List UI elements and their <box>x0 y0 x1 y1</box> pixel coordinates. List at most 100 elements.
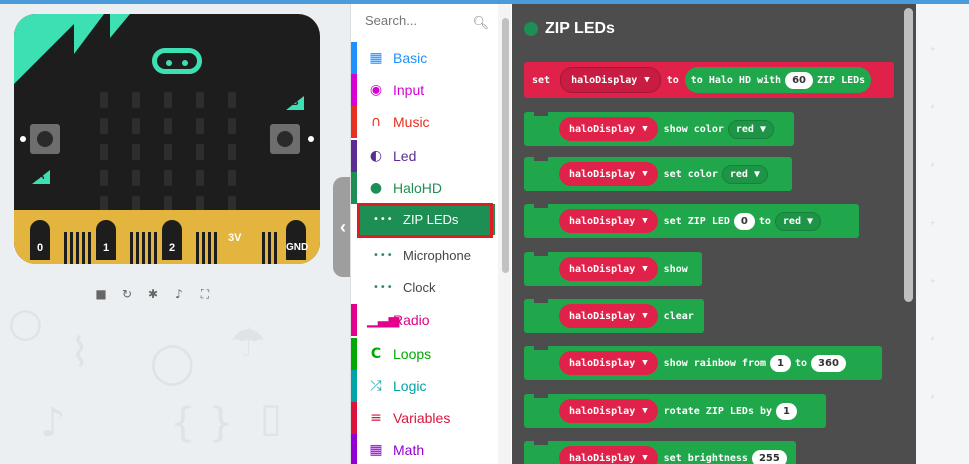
button-b[interactable] <box>270 124 300 154</box>
color-value: red <box>782 215 801 227</box>
dropdown-arrow-icon: ▼ <box>753 168 760 180</box>
subcategory-microphone[interactable]: ••• Microphone <box>357 240 495 271</box>
microbit-logo[interactable] <box>152 48 202 74</box>
category-input[interactable]: ◉ Input <box>351 74 501 106</box>
background-pattern-icon: ♪ <box>40 400 66 446</box>
rotate-offset-input[interactable]: 1 <box>776 402 797 420</box>
fullscreen-icon[interactable]: ⛶ <box>192 284 218 304</box>
variable-name: haloDisplay <box>569 263 636 275</box>
category-logic[interactable]: ⤮ Logic <box>351 370 501 402</box>
category-math[interactable]: ▦ Math <box>351 434 501 464</box>
led-index-input[interactable]: 0 <box>733 212 755 230</box>
restart-icon[interactable]: ↻ <box>114 284 140 304</box>
variable-dropdown[interactable]: haloDisplay ▼ <box>559 162 658 186</box>
category-music[interactable]: ∩ Music <box>351 106 501 138</box>
block-show-color[interactable]: haloDisplay ▼ show color red ▼ <box>524 112 794 146</box>
subcategory-clock[interactable]: ••• Clock <box>357 272 495 303</box>
stop-icon[interactable]: ■ <box>88 284 114 304</box>
led-matrix[interactable] <box>100 92 250 212</box>
subcategory-label: Clock <box>403 280 436 295</box>
led-count-input[interactable]: 60 <box>785 71 813 89</box>
variable-dropdown[interactable]: haloDisplay ▼ <box>559 117 658 141</box>
brightness-input[interactable]: 255 <box>751 449 787 464</box>
lines-icon: ≡ <box>370 410 382 426</box>
color-value: red <box>735 123 754 135</box>
dots-icon: ••• <box>373 282 394 293</box>
category-label: Music <box>393 114 430 130</box>
board-corner-decor <box>110 14 130 38</box>
variable-dropdown[interactable]: haloDisplay ▼ <box>559 351 658 375</box>
pin-label: 0 <box>36 242 44 254</box>
pin-1[interactable]: 1 <box>92 216 120 264</box>
pin-gnd[interactable]: GND <box>282 216 310 264</box>
microbit-board[interactable]: A B 0 1 2 3V GND <box>14 14 320 264</box>
dropdown-arrow-icon: ▼ <box>642 406 648 416</box>
color-dropdown[interactable]: red ▼ <box>721 164 768 184</box>
circle-icon: ● <box>369 180 383 196</box>
color-dropdown[interactable]: red ▼ <box>727 119 774 139</box>
button-b-label: B <box>286 96 304 110</box>
background-pattern-icon: ☂ <box>230 320 266 366</box>
category-label: Loops <box>393 346 432 362</box>
dropdown-arrow-icon: ▼ <box>642 453 648 463</box>
rainbow-end-input[interactable]: 360 <box>811 354 846 372</box>
block-set-color[interactable]: haloDisplay ▼ set color red ▼ <box>524 157 792 191</box>
pin-0[interactable]: 0 <box>26 216 54 264</box>
flyout-scrollbar[interactable] <box>904 8 913 302</box>
button-a-label: A <box>32 170 50 184</box>
rainbow-start-input[interactable]: 1 <box>770 354 791 372</box>
variable-dropdown[interactable]: haloDisplay ▼ <box>559 209 658 233</box>
variable-dropdown[interactable]: haloDisplay ▼ <box>559 399 658 423</box>
pin-2[interactable]: 2 <box>158 216 186 264</box>
variable-dropdown[interactable]: haloDisplay ▼ <box>559 257 658 281</box>
block-label: set color <box>663 168 718 180</box>
variable-dropdown[interactable]: haloDisplay ▼ <box>560 67 661 93</box>
variable-name: haloDisplay <box>569 357 636 369</box>
variable-name: haloDisplay <box>569 123 636 135</box>
button-a-indicator <box>20 136 26 142</box>
button-a[interactable] <box>30 124 60 154</box>
toolbox-search: 🔍︎ <box>363 12 507 38</box>
background-pattern-icon: ▯ <box>260 395 283 441</box>
variable-dropdown[interactable]: haloDisplay ▼ <box>559 446 658 464</box>
sound-icon[interactable]: ♪ <box>166 284 192 304</box>
variable-dropdown[interactable]: haloDisplay ▼ <box>559 304 658 328</box>
chevron-left-icon: ‹ <box>340 216 346 237</box>
loop-icon: C <box>370 346 382 362</box>
category-radio[interactable]: ▁▃▅ Radio <box>351 304 501 336</box>
block-set-zip-led[interactable]: haloDisplay ▼ set ZIP LED 0 to red ▼ <box>524 204 859 238</box>
pin-label: GND <box>286 242 309 253</box>
category-variables[interactable]: ≡ Variables <box>351 402 501 434</box>
dropdown-arrow-icon: ▼ <box>807 215 814 227</box>
color-dropdown[interactable]: red ▼ <box>774 211 822 231</box>
block-set-brightness[interactable]: haloDisplay ▼ set brightness 255 <box>524 441 796 464</box>
toggle-icon: ◐ <box>369 148 383 164</box>
dropdown-arrow-icon: ▼ <box>642 124 648 134</box>
block-set-halo-display[interactable]: set haloDisplay ▼ to to Halo HD with 60 Z… <box>524 62 894 98</box>
selection-highlight <box>357 203 493 238</box>
category-label: Variables <box>393 410 451 426</box>
workspace-canvas[interactable] <box>916 4 969 464</box>
block-label: clear <box>663 310 694 322</box>
category-basic[interactable]: ▦ Basic <box>351 42 501 74</box>
block-show[interactable]: haloDisplay ▼ show <box>524 252 702 286</box>
dots-icon: ••• <box>373 250 394 261</box>
category-halohd[interactable]: ● HaloHD <box>351 172 501 204</box>
debug-icon[interactable]: ✱ <box>140 284 166 304</box>
dropdown-arrow-icon: ▼ <box>642 216 648 226</box>
dropdown-arrow-icon: ▼ <box>642 358 648 368</box>
blocks-flyout: ZIP LEDs set haloDisplay ▼ to to Halo HD … <box>512 4 916 464</box>
pin-label: 1 <box>102 242 110 254</box>
toolbox-scrollbar-thumb[interactable] <box>502 18 509 273</box>
pin-3v-label: 3V <box>228 232 242 244</box>
block-show-rainbow[interactable]: haloDisplay ▼ show rainbow from 1 to 360 <box>524 346 882 380</box>
category-label: Basic <box>393 50 428 66</box>
block-rotate-zip-leds[interactable]: haloDisplay ▼ rotate ZIP LEDs by 1 <box>524 394 826 428</box>
block-label: set ZIP LED <box>663 215 730 227</box>
color-value: red <box>729 168 748 180</box>
block-clear[interactable]: haloDisplay ▼ clear <box>524 299 704 333</box>
category-led[interactable]: ◐ Led <box>351 140 501 172</box>
category-loops[interactable]: C Loops <box>351 338 501 370</box>
search-icon[interactable]: 🔍︎ <box>472 16 489 31</box>
create-halo-block[interactable]: to Halo HD with 60 ZIP LEDs <box>684 67 872 93</box>
